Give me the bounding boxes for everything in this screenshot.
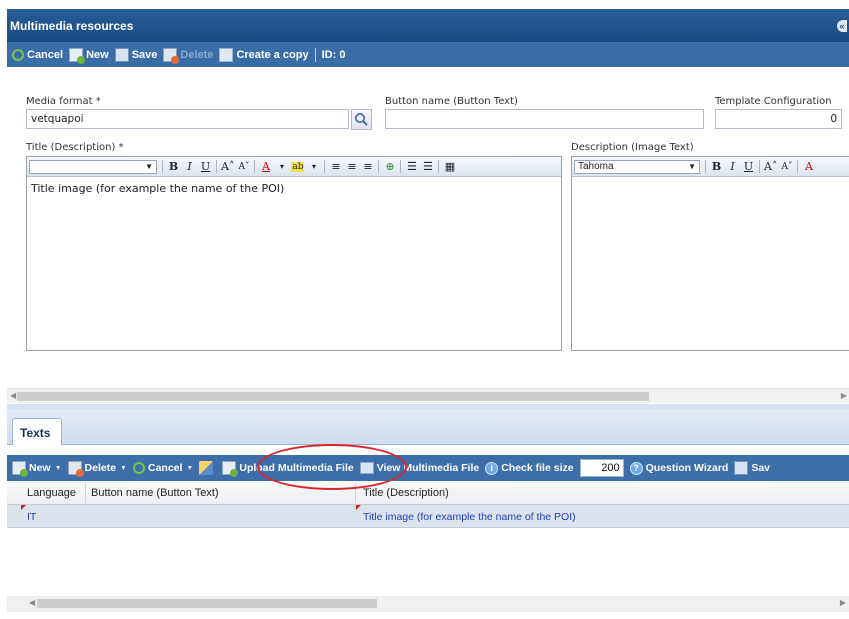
- cancel-icon: [12, 48, 24, 61]
- form-horizontal-scrollbar[interactable]: ◀ ▶: [7, 388, 849, 403]
- upload-icon: [222, 461, 239, 477]
- copy-icon: [219, 47, 234, 62]
- grid-save-button[interactable]: Sav: [734, 461, 770, 475]
- template-config-label: Template Configuration: [715, 96, 832, 107]
- cell-language[interactable]: IT: [27, 511, 36, 523]
- grow-font-icon[interactable]: A˄: [221, 160, 234, 173]
- check-file-size-button[interactable]: i Check file size: [485, 461, 574, 475]
- grid-toolbar: New ▼ Delete ▼ Cancel ▼ Upload Multimedia F…: [7, 455, 849, 481]
- tab-strip: Texts: [7, 410, 849, 445]
- save-icon: [734, 461, 749, 475]
- save-button[interactable]: Save: [114, 47, 157, 62]
- template-config-field[interactable]: 0: [715, 109, 842, 129]
- font-color-icon[interactable]: A: [802, 160, 815, 173]
- main-toolbar: Cancel New Save Delete Create a copy ID:…: [7, 42, 849, 67]
- link-icon[interactable]: ⊕: [383, 160, 396, 173]
- question-wizard-button[interactable]: ? Question Wizard: [629, 461, 728, 475]
- dirty-marker: [21, 505, 26, 510]
- save-icon: [114, 47, 129, 62]
- align-center-icon[interactable]: ≡: [345, 160, 358, 173]
- title-label: Title (Description) *: [26, 142, 124, 153]
- highlight-color-icon[interactable]: ab: [291, 161, 305, 172]
- underline-icon[interactable]: U: [742, 160, 755, 173]
- new-button[interactable]: New: [69, 47, 109, 64]
- resource-form: Media format * vetquapoi Button name (Bu…: [7, 67, 849, 405]
- window-title-bar: Multimedia resources «: [7, 9, 849, 42]
- title-editor-content[interactable]: Title image (for example the name of the…: [27, 177, 561, 200]
- title-editor-toolbar: ▼ B I U A˄ A˅ A ▾ ab ▾ ≡ ≡ ≡ ⊕ ☰ ☰ ▦: [27, 157, 561, 177]
- button-name-label: Button name (Button Text): [385, 96, 518, 107]
- cancel-button[interactable]: Cancel: [12, 48, 63, 61]
- view-icon: [359, 462, 374, 474]
- scroll-thumb[interactable]: [37, 599, 377, 608]
- scroll-thumb[interactable]: [17, 392, 649, 401]
- delete-icon: [163, 47, 180, 64]
- scroll-right-icon[interactable]: ▶: [840, 598, 846, 607]
- grid-header: Language Button name (Button Text) Title…: [7, 481, 849, 505]
- description-editor-toolbar: Tahoma ▼ B I U A˄ A˅ A: [572, 157, 849, 177]
- info-icon: i: [485, 461, 499, 475]
- shrink-font-icon[interactable]: A˅: [237, 162, 250, 172]
- description-label: Description (Image Text): [571, 142, 694, 153]
- description-editor-content[interactable]: [572, 177, 849, 187]
- panel-spacer: [7, 445, 849, 455]
- table-row[interactable]: IT Title image (for example the name of …: [7, 505, 849, 528]
- button-name-field[interactable]: [385, 109, 704, 129]
- scroll-left-icon[interactable]: ◀: [29, 598, 35, 607]
- grid-delete-button[interactable]: Delete ▼: [67, 461, 127, 477]
- collapse-icon[interactable]: «: [837, 20, 847, 32]
- grid-body: [7, 528, 849, 596]
- new-doc-icon: [69, 47, 86, 64]
- scroll-right-icon[interactable]: ▶: [841, 391, 847, 400]
- column-title[interactable]: Title (Description): [363, 487, 449, 499]
- tab-texts[interactable]: Texts: [12, 418, 62, 445]
- view-multimedia-button[interactable]: View Multimedia File: [359, 462, 479, 474]
- dropdown-arrow-icon[interactable]: ▾: [275, 162, 288, 171]
- media-format-label: Media format *: [26, 96, 101, 107]
- file-size-field[interactable]: 200: [579, 459, 624, 477]
- numbered-list-icon[interactable]: ☰: [405, 160, 418, 173]
- description-editor[interactable]: Tahoma ▼ B I U A˄ A˅ A: [571, 156, 849, 351]
- description-font-select[interactable]: Tahoma ▼: [574, 159, 700, 174]
- shrink-font-icon[interactable]: A˅: [780, 162, 793, 172]
- underline-icon[interactable]: U: [199, 160, 212, 173]
- bold-icon[interactable]: B: [167, 160, 180, 173]
- column-language[interactable]: Language: [27, 487, 76, 499]
- dropdown-arrow-icon[interactable]: ▾: [307, 162, 320, 171]
- bullet-list-icon[interactable]: ☰: [421, 160, 434, 173]
- grid-new-button[interactable]: New ▼: [12, 461, 62, 477]
- source-edit-icon[interactable]: ▦: [443, 160, 456, 173]
- new-doc-icon: [12, 461, 28, 477]
- grid-cancel-button[interactable]: Cancel ▼: [132, 462, 193, 474]
- edit-icon: [199, 461, 214, 475]
- italic-icon[interactable]: I: [726, 160, 739, 173]
- delete-icon: [67, 461, 84, 477]
- delete-button[interactable]: Delete: [163, 47, 213, 64]
- title-editor[interactable]: ▼ B I U A˄ A˅ A ▾ ab ▾ ≡ ≡ ≡ ⊕ ☰ ☰ ▦ Tit…: [26, 156, 562, 351]
- bold-icon[interactable]: B: [710, 160, 723, 173]
- grid-horizontal-scrollbar[interactable]: ◀ ▶: [7, 596, 849, 612]
- toolbar-separator: [314, 47, 316, 62]
- dirty-marker: [356, 505, 361, 510]
- search-button[interactable]: [351, 109, 372, 130]
- align-left-icon[interactable]: ≡: [329, 160, 342, 173]
- search-icon: [355, 113, 368, 126]
- cancel-icon: [132, 462, 145, 474]
- italic-icon[interactable]: I: [183, 160, 196, 173]
- upload-multimedia-button[interactable]: Upload Multimedia File: [222, 461, 354, 477]
- create-copy-button[interactable]: Create a copy: [219, 47, 309, 62]
- scroll-left-icon[interactable]: ◀: [10, 391, 16, 400]
- column-button-name[interactable]: Button name (Button Text): [91, 487, 219, 499]
- edit-button[interactable]: [199, 461, 216, 475]
- grow-font-icon[interactable]: A˄: [764, 160, 777, 173]
- font-select[interactable]: ▼: [29, 159, 157, 174]
- media-format-field[interactable]: vetquapoi: [26, 109, 349, 129]
- cell-title[interactable]: Title image (for example the name of the…: [363, 511, 576, 523]
- help-icon: ?: [629, 461, 643, 475]
- align-right-icon[interactable]: ≡: [361, 160, 374, 173]
- font-color-icon[interactable]: A: [259, 160, 272, 173]
- record-id: ID: 0: [321, 48, 346, 61]
- window-title: Multimedia resources: [10, 19, 134, 33]
